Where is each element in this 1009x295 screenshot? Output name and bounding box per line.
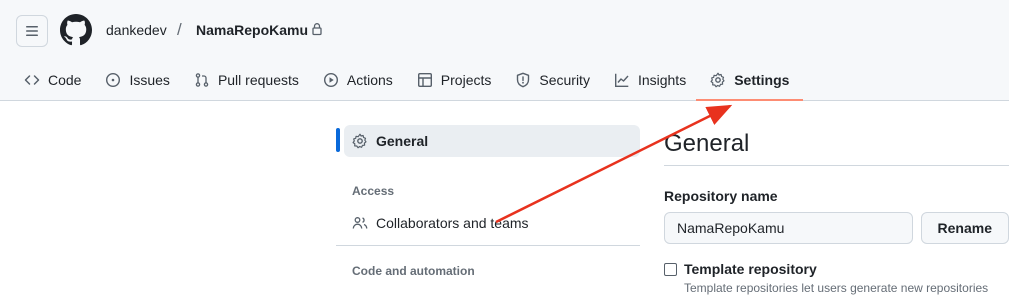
hamburger-icon: [26, 26, 38, 36]
rename-button[interactable]: Rename: [920, 212, 1009, 244]
hamburger-menu-button[interactable]: [16, 15, 48, 47]
tab-issues-label: Issues: [129, 72, 170, 88]
gear-icon: [710, 72, 725, 88]
shield-icon: [517, 72, 530, 88]
settings-main: General Repository name Rename Template …: [664, 126, 1009, 295]
tab-pull-requests[interactable]: Pull requests: [186, 62, 307, 98]
issue-opened-icon: [106, 72, 121, 88]
repo-name-link[interactable]: NamaRepoKamu: [196, 22, 308, 38]
repo-name-label: Repository name: [664, 188, 778, 204]
sidebar-item-collaborators[interactable]: Collaborators and teams: [336, 207, 640, 239]
tab-issues[interactable]: Issues: [97, 62, 177, 98]
breadcrumb-separator: /: [177, 20, 182, 39]
tab-security[interactable]: Security: [507, 62, 598, 98]
tab-projects-label: Projects: [440, 72, 492, 88]
repo-nav-tabs: Code Issues Pull requests Actions Projec…: [16, 60, 805, 101]
active-indicator: [336, 128, 340, 152]
repo-name-input[interactable]: [664, 212, 913, 244]
tab-insights[interactable]: Insights: [606, 62, 694, 98]
graph-icon: [614, 73, 629, 87]
sidebar-item-collaborators-label: Collaborators and teams: [376, 215, 529, 231]
template-repository-description: Template repositories let users generate…: [684, 281, 989, 295]
lock-icon: [312, 23, 322, 36]
page-title: General: [664, 126, 1009, 166]
play-icon: [323, 72, 338, 88]
table-icon: [417, 73, 432, 88]
repo-header: dankedev / NamaRepoKamu Code Issues Pull…: [0, 0, 1009, 101]
sidebar-item-general-label: General: [376, 133, 429, 149]
sidebar-heading-access: Access: [352, 184, 395, 198]
tab-projects[interactable]: Projects: [409, 62, 500, 98]
template-repository-label: Template repository: [684, 261, 817, 277]
people-icon: [352, 217, 368, 229]
tab-insights-label: Insights: [637, 72, 687, 88]
gear-icon: [352, 133, 367, 149]
sidebar-item-general[interactable]: General: [344, 125, 640, 157]
repo-owner-link[interactable]: dankedev: [106, 22, 167, 38]
tab-actions[interactable]: Actions: [315, 62, 401, 98]
tab-security-label: Security: [539, 72, 590, 88]
tab-settings[interactable]: Settings: [696, 62, 804, 101]
tab-code[interactable]: Code: [16, 62, 89, 98]
github-logo-icon[interactable]: [60, 14, 92, 46]
tab-actions-label: Actions: [346, 72, 393, 88]
code-icon: [24, 75, 40, 85]
tab-pull-requests-label: Pull requests: [217, 72, 299, 88]
git-pull-request-icon: [195, 73, 209, 87]
sidebar-heading-code-automation: Code and automation: [352, 264, 475, 278]
template-repository-checkbox[interactable]: [664, 262, 677, 276]
tab-settings-label: Settings: [734, 72, 790, 88]
settings-sidebar: General Access Collaborators and teams C…: [336, 122, 640, 283]
tab-code-label: Code: [48, 72, 82, 88]
